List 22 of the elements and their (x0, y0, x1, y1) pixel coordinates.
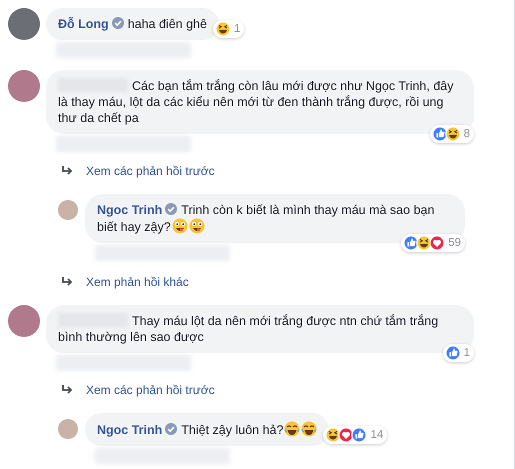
reaction-count: 1 (234, 23, 240, 35)
reaction-count: 14 (370, 429, 384, 441)
comment-text: Đỗ Long haha điên ghê (58, 17, 207, 31)
view-replies-link[interactable]: Xem các phản hồi trước (86, 383, 215, 397)
avatar[interactable] (8, 305, 40, 337)
reply-arrow-icon (62, 277, 74, 287)
reply-arrow-icon (62, 385, 74, 395)
comment-text: Ngoc Trinh Trinh còn k biết là mình thay máu mà sao bạn biết hay zậy? (97, 203, 434, 234)
reaction-count: 8 (464, 128, 470, 140)
comment-text: Ngoc Trinh Thiệt zậy luôn hả? (97, 423, 318, 437)
author-name[interactable]: Ngoc Trinh (97, 203, 162, 217)
author-name[interactable]: Đỗ Long (58, 17, 109, 31)
comment-text: Các bạn tắm trắng còn lâu mới được như Ngọc Trinh, đây là thay máu, lột da các kiểu nên mới từ đen thành trắng được, rồi ung thư da chết pa (58, 79, 454, 125)
reply-arrow-icon (62, 166, 74, 176)
reaction-count: 59 (448, 237, 461, 249)
author-name[interactable]: Ngoc Trinh (97, 423, 162, 437)
comment-text: Thay máu lột da nên mới trắng được ntn chứ tắm trắng bình thường lên sao được (58, 314, 438, 344)
reaction-count: 1 (464, 347, 470, 359)
avatar[interactable] (8, 8, 40, 40)
view-replies-link[interactable]: Xem phản hồi khác (86, 275, 189, 289)
view-replies-link[interactable]: Xem các phản hồi trước (86, 164, 215, 178)
avatar[interactable] (8, 70, 40, 102)
